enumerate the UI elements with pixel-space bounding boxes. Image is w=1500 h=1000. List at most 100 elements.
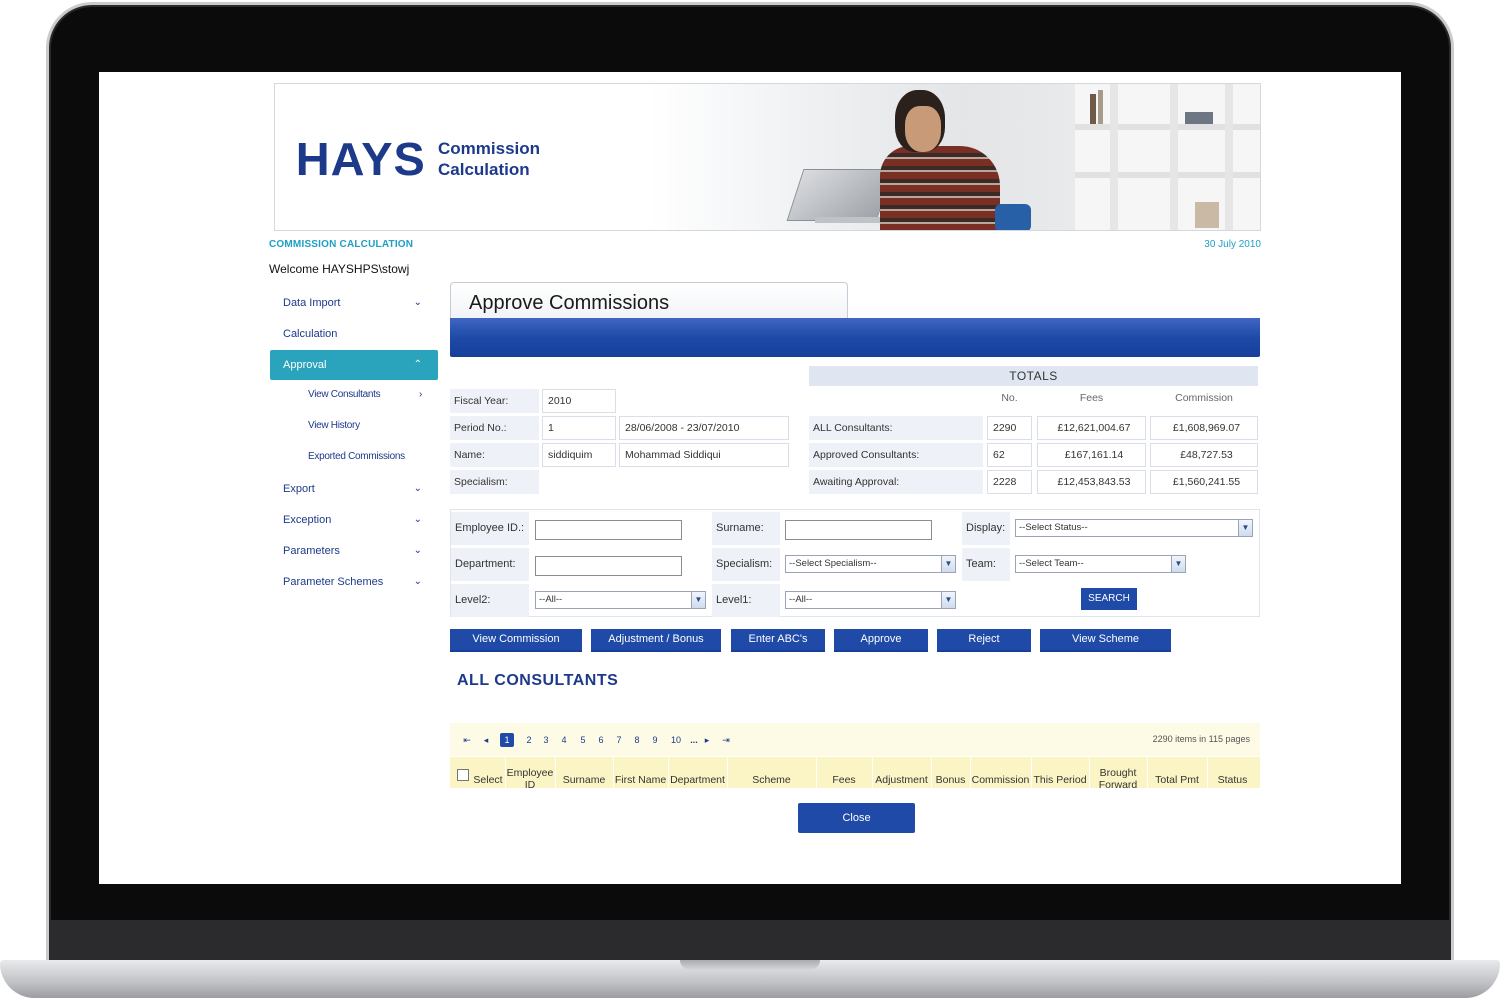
sidebar-item-parameter-schemes[interactable]: Parameter Schemes ⌄ <box>270 567 438 597</box>
sidebar-item-export[interactable]: Export ⌄ <box>270 474 438 504</box>
totals-col-no: No. <box>1001 392 1018 404</box>
search-button[interactable]: SEARCH <box>1081 588 1137 610</box>
totals-row-label: Awaiting Approval: <box>809 470 983 494</box>
close-button[interactable]: Close <box>798 803 915 833</box>
page-link[interactable]: 3 <box>539 733 553 747</box>
banner-subtitle: Commission Calculation <box>438 139 541 179</box>
fiscal-year-value: 2010 <box>542 389 616 413</box>
chevron-down-icon: ▼ <box>1238 520 1252 536</box>
consultants-grid: ⇤ ◂ 1 2 3 4 5 6 7 8 9 10 ... ▸ ⇥ 2290 it… <box>450 723 1260 788</box>
sidebar-item-parameters[interactable]: Parameters ⌄ <box>270 536 438 566</box>
first-page-icon[interactable]: ⇤ <box>460 733 474 747</box>
sidebar-subitem-view-consultants[interactable]: View Consultants › <box>308 381 438 409</box>
column-header[interactable]: Employee ID <box>505 756 554 788</box>
page-title: Approve Commissions <box>450 282 848 320</box>
column-header[interactable]: First Name <box>613 756 667 788</box>
column-header[interactable]: This Period <box>1031 756 1088 788</box>
column-header[interactable]: Select <box>472 756 504 788</box>
totals-all-commission: £1,608,969.07 <box>1150 416 1258 440</box>
sidebar-subitem-exported-commissions[interactable]: Exported Commissions <box>308 443 438 471</box>
chevron-down-icon: ⌄ <box>413 576 422 587</box>
app-screen: HAYS Commission Calculation COMMISSION C… <box>99 72 1401 884</box>
chevron-up-icon: ⌃ <box>413 359 422 370</box>
header-banner: HAYS Commission Calculation <box>274 83 1261 231</box>
name-username: siddiquim <box>542 443 616 467</box>
approve-button[interactable]: Approve <box>834 629 928 652</box>
level2-select[interactable]: --All-- ▼ <box>535 591 706 609</box>
search-filter-panel: Employee ID.: Surname: Display: --Select… <box>450 509 1260 617</box>
specialism-label: Specialism: <box>450 470 539 494</box>
current-date: 30 July 2010 <box>1204 239 1261 250</box>
level1-select[interactable]: --All-- ▼ <box>785 591 956 609</box>
sidebar-item-calculation[interactable]: Calculation <box>270 319 438 349</box>
view-commission-button[interactable]: View Commission <box>450 629 582 652</box>
column-header[interactable]: Bonus <box>931 756 969 788</box>
totals-awaiting-fees: £12,453,843.53 <box>1037 470 1146 494</box>
last-page-icon[interactable]: ⇥ <box>719 733 733 747</box>
select-all-checkbox[interactable] <box>457 769 469 781</box>
surname-label: Surname: <box>712 512 780 545</box>
laptop-notch <box>680 960 820 970</box>
page-link[interactable]: 10 <box>666 733 686 747</box>
column-header[interactable]: Commission <box>970 756 1030 788</box>
banner-laptop-image <box>786 169 894 221</box>
page-link[interactable]: 7 <box>612 733 626 747</box>
employee-id-label: Employee ID.: <box>451 512 529 545</box>
page-link[interactable]: 8 <box>630 733 644 747</box>
page-link[interactable]: 2 <box>522 733 536 747</box>
column-header[interactable]: Surname <box>555 756 612 788</box>
hays-logo: HAYS <box>295 133 426 185</box>
totals-row-label: ALL Consultants: <box>809 416 983 440</box>
team-select[interactable]: --Select Team-- ▼ <box>1015 555 1186 573</box>
sidebar-item-exception[interactable]: Exception ⌄ <box>270 505 438 535</box>
column-header[interactable]: Adjustment <box>872 756 930 788</box>
totals-approved-commission: £48,727.53 <box>1150 443 1258 467</box>
adjustment-bonus-button[interactable]: Adjustment / Bonus <box>591 629 721 652</box>
next-page-icon[interactable]: ▸ <box>700 733 714 747</box>
page-link[interactable]: 5 <box>576 733 590 747</box>
column-header[interactable]: Department <box>668 756 726 788</box>
column-header[interactable]: Status <box>1207 756 1257 788</box>
name-full: Mohammad Siddiqui <box>619 443 789 467</box>
column-header[interactable]: Brought Forward <box>1089 756 1146 788</box>
welcome-text: Welcome HAYSHPS\stowj <box>269 262 410 276</box>
laptop-chin <box>50 920 1450 964</box>
totals-col-fees: Fees <box>1079 392 1104 404</box>
column-header[interactable]: Scheme <box>727 756 815 788</box>
enter-abcs-button[interactable]: Enter ABC's <box>731 629 825 652</box>
department-input[interactable] <box>535 556 682 576</box>
totals-header: TOTALS <box>809 366 1258 386</box>
chevron-down-icon: ⌄ <box>413 297 422 308</box>
level2-label: Level2: <box>451 584 529 617</box>
banner-person-image <box>880 146 1000 230</box>
sidebar-item-approval[interactable]: Approval ⌃ <box>270 350 438 380</box>
display-status-select[interactable]: --Select Status-- ▼ <box>1015 519 1253 537</box>
chevron-down-icon: ▼ <box>691 592 705 608</box>
reject-button[interactable]: Reject <box>937 629 1031 652</box>
page-link[interactable]: 9 <box>648 733 662 747</box>
page-link[interactable]: 1 <box>500 733 514 747</box>
breadcrumb[interactable]: COMMISSION CALCULATION <box>269 239 413 250</box>
name-label: Name: <box>450 443 539 467</box>
chevron-down-icon: ▼ <box>941 592 955 608</box>
sidebar-subitem-view-history[interactable]: View History <box>308 412 438 440</box>
page-link[interactable]: 4 <box>557 733 571 747</box>
employee-id-input[interactable] <box>535 520 682 540</box>
column-header[interactable]: Total Pmt <box>1147 756 1206 788</box>
chevron-down-icon: ▼ <box>941 556 955 572</box>
column-header[interactable]: Fees <box>816 756 871 788</box>
level1-label: Level1: <box>712 584 780 617</box>
banner-bookshelf-image <box>1075 84 1260 230</box>
specialism-select[interactable]: --Select Specialism-- ▼ <box>785 555 956 573</box>
surname-input[interactable] <box>785 520 932 540</box>
totals-approved-no: 62 <box>987 443 1032 467</box>
sidebar-item-data-import[interactable]: Data Import ⌄ <box>270 288 438 318</box>
grid-header: Select Employee ID Surname First Name De… <box>450 756 1260 788</box>
totals-all-no: 2290 <box>987 416 1032 440</box>
view-scheme-button[interactable]: View Scheme <box>1040 629 1171 652</box>
totals-awaiting-commission: £1,560,241.55 <box>1150 470 1258 494</box>
page-link[interactable]: 6 <box>594 733 608 747</box>
prev-page-icon[interactable]: ◂ <box>479 733 493 747</box>
totals-awaiting-no: 2228 <box>987 470 1032 494</box>
period-range: 28/06/2008 - 23/07/2010 <box>619 416 789 440</box>
